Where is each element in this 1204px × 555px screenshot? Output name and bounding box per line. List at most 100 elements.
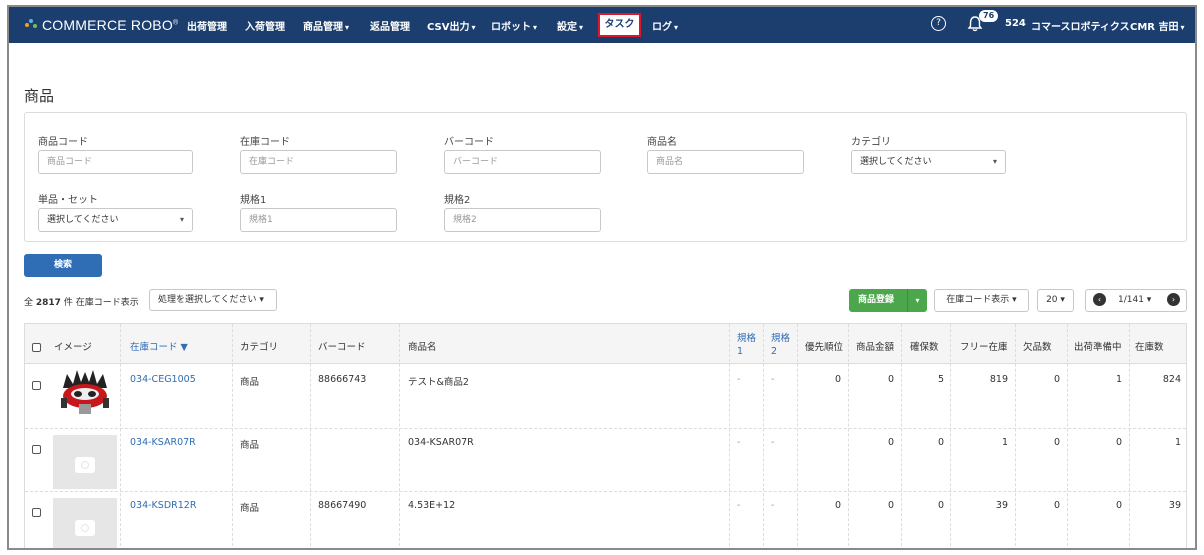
col-divider — [1129, 324, 1130, 548]
nav-logs-label: ログ — [652, 22, 672, 33]
category-label: カテゴリ — [851, 137, 891, 148]
col-divider — [1015, 324, 1016, 548]
header-free-stock[interactable]: フリー在庫 — [960, 339, 1008, 379]
no-image-placeholder[interactable] — [53, 498, 117, 548]
name-cell: 034-KSAR07R — [408, 437, 474, 448]
help-icon[interactable]: ? — [931, 16, 946, 31]
col-divider — [310, 324, 311, 548]
stock-code-link[interactable]: 034-CEG1005 — [130, 374, 196, 385]
reserved-cell: 0 — [937, 437, 944, 448]
price-cell: 0 — [887, 437, 894, 448]
header-priority[interactable]: 優先順位 — [805, 339, 843, 379]
category-cell: 商品 — [240, 503, 260, 514]
logo-text: COMMERCE ROBO — [42, 17, 173, 33]
product-name-label: 商品名 — [647, 137, 677, 148]
nav-tasks-label: タスク — [604, 19, 635, 30]
preparing-cell: 0 — [1115, 437, 1122, 448]
header-barcode[interactable]: バーコード — [318, 339, 366, 379]
nav-tasks[interactable]: タスク — [598, 13, 641, 37]
row-checkbox[interactable] — [32, 445, 41, 454]
barcode-cell: 88666743 — [318, 374, 367, 385]
camera-icon — [75, 457, 95, 473]
category-select[interactable]: 選択してください — [851, 150, 1006, 174]
bulk-action-select[interactable]: 処理を選択してください ▾ — [149, 289, 277, 311]
nav-products-label: 商品管理 — [303, 22, 343, 33]
barcode-cell: 88667490 — [318, 500, 367, 511]
header-stock-code[interactable]: 在庫コード ▼ — [130, 339, 188, 379]
logo[interactable]: COMMERCE ROBO® — [25, 17, 178, 33]
no-image-placeholder[interactable] — [53, 435, 117, 489]
header-name[interactable]: 商品名 — [408, 339, 437, 379]
page-title: 商品 — [24, 87, 55, 105]
stock-cell: 39 — [1168, 500, 1181, 511]
count-suffix: 件 在庫コード表示 — [63, 298, 139, 308]
barcode-label: バーコード — [444, 137, 494, 148]
nav-returns[interactable]: 返品管理 — [370, 18, 410, 33]
company-code: 524 — [1005, 18, 1026, 29]
display-mode-select[interactable]: 在庫コード表示 ▾ — [934, 289, 1029, 312]
nav-settings[interactable]: 設定 — [557, 18, 583, 33]
header-category[interactable]: カテゴリ — [240, 339, 278, 379]
nav-products[interactable]: 商品管理 — [303, 18, 349, 33]
nav-csv-export[interactable]: CSV出力 — [427, 18, 475, 33]
register-product-button[interactable]: 商品登録 ▾ — [849, 289, 927, 312]
stock-code-input[interactable]: 在庫コード — [240, 150, 397, 174]
single-set-select[interactable]: 選択してください — [38, 208, 193, 232]
header-shortage[interactable]: 欠品数 — [1023, 339, 1052, 379]
nav-logs[interactable]: ログ — [652, 18, 678, 33]
select-all-checkbox[interactable] — [32, 343, 41, 352]
nav-shipping[interactable]: 出荷管理 — [187, 18, 227, 33]
preparing-cell: 0 — [1115, 500, 1122, 511]
single-set-label: 単品・セット — [38, 195, 98, 206]
row-checkbox[interactable] — [32, 508, 41, 517]
bulk-action-label: 処理を選択してください — [158, 295, 257, 305]
nav-csv-label: CSV出力 — [427, 22, 470, 33]
product-table: イメージ 在庫コード ▼ カテゴリ バーコード 商品名 規格 1 規格 2 優先順位… — [24, 323, 1187, 548]
header-price[interactable]: 商品金額 — [856, 339, 894, 379]
user-menu[interactable]: CMR 吉田 — [1130, 18, 1185, 33]
table-header — [25, 324, 1186, 364]
stock-code-link[interactable]: 034-KSAR07R — [130, 437, 196, 448]
search-button[interactable]: 検索 — [24, 254, 102, 277]
header-reserved[interactable]: 確保数 — [910, 339, 939, 379]
per-page-select[interactable]: 20 ▾ — [1037, 289, 1074, 312]
nav-robot[interactable]: ロボット — [491, 18, 537, 33]
product-name-input[interactable]: 商品名 — [647, 150, 804, 174]
company-name[interactable]: コマースロボティクス — [1031, 18, 1130, 33]
per-page-label: 20 — [1046, 295, 1058, 305]
row-checkbox[interactable] — [32, 381, 41, 390]
header-spec2-line1: 規格 — [771, 333, 791, 344]
product-thumbnail[interactable] — [53, 370, 117, 416]
shortage-cell: 0 — [1053, 437, 1060, 448]
spec1-input[interactable]: 規格1 — [240, 208, 397, 232]
page-indicator-label: 1/141 — [1118, 295, 1144, 305]
result-count: 全 2817 件 在庫コード表示 — [24, 295, 139, 308]
nav-settings-label: 設定 — [557, 22, 577, 33]
logo-trademark: ® — [172, 19, 179, 27]
shortage-cell: 0 — [1053, 374, 1060, 385]
free-stock-cell: 819 — [989, 374, 1008, 385]
spec1-cell: - — [737, 437, 741, 448]
header-spec1[interactable]: 規格 1 — [737, 332, 756, 372]
register-dropdown-icon[interactable]: ▾ — [907, 289, 927, 312]
col-divider — [232, 324, 233, 548]
header-stock[interactable]: 在庫数 — [1135, 339, 1164, 379]
stock-code-link[interactable]: 034-KSDR12R — [130, 500, 196, 511]
barcode-input[interactable]: バーコード — [444, 150, 601, 174]
category-cell: 商品 — [240, 377, 260, 388]
reserved-cell: 0 — [937, 500, 944, 511]
product-code-input[interactable]: 商品コード — [38, 150, 193, 174]
page-indicator[interactable]: 1/141 ▾ — [1118, 295, 1151, 305]
prev-page-icon[interactable]: ‹ — [1093, 293, 1106, 306]
spec2-cell: - — [771, 437, 775, 448]
spec2-input[interactable]: 規格2 — [444, 208, 601, 232]
header-spec2[interactable]: 規格 2 — [771, 332, 790, 372]
count-prefix: 全 — [24, 298, 34, 308]
filter-panel: 商品コード 商品コード 在庫コード 在庫コード バーコード バーコード 商品名 … — [24, 112, 1187, 242]
next-page-icon[interactable]: › — [1167, 293, 1180, 306]
header-preparing[interactable]: 出荷準備中 — [1074, 339, 1122, 379]
col-divider — [797, 324, 798, 548]
nav-receiving[interactable]: 入荷管理 — [245, 18, 285, 33]
spec2-cell: - — [771, 500, 775, 511]
stock-cell: 1 — [1174, 437, 1181, 448]
